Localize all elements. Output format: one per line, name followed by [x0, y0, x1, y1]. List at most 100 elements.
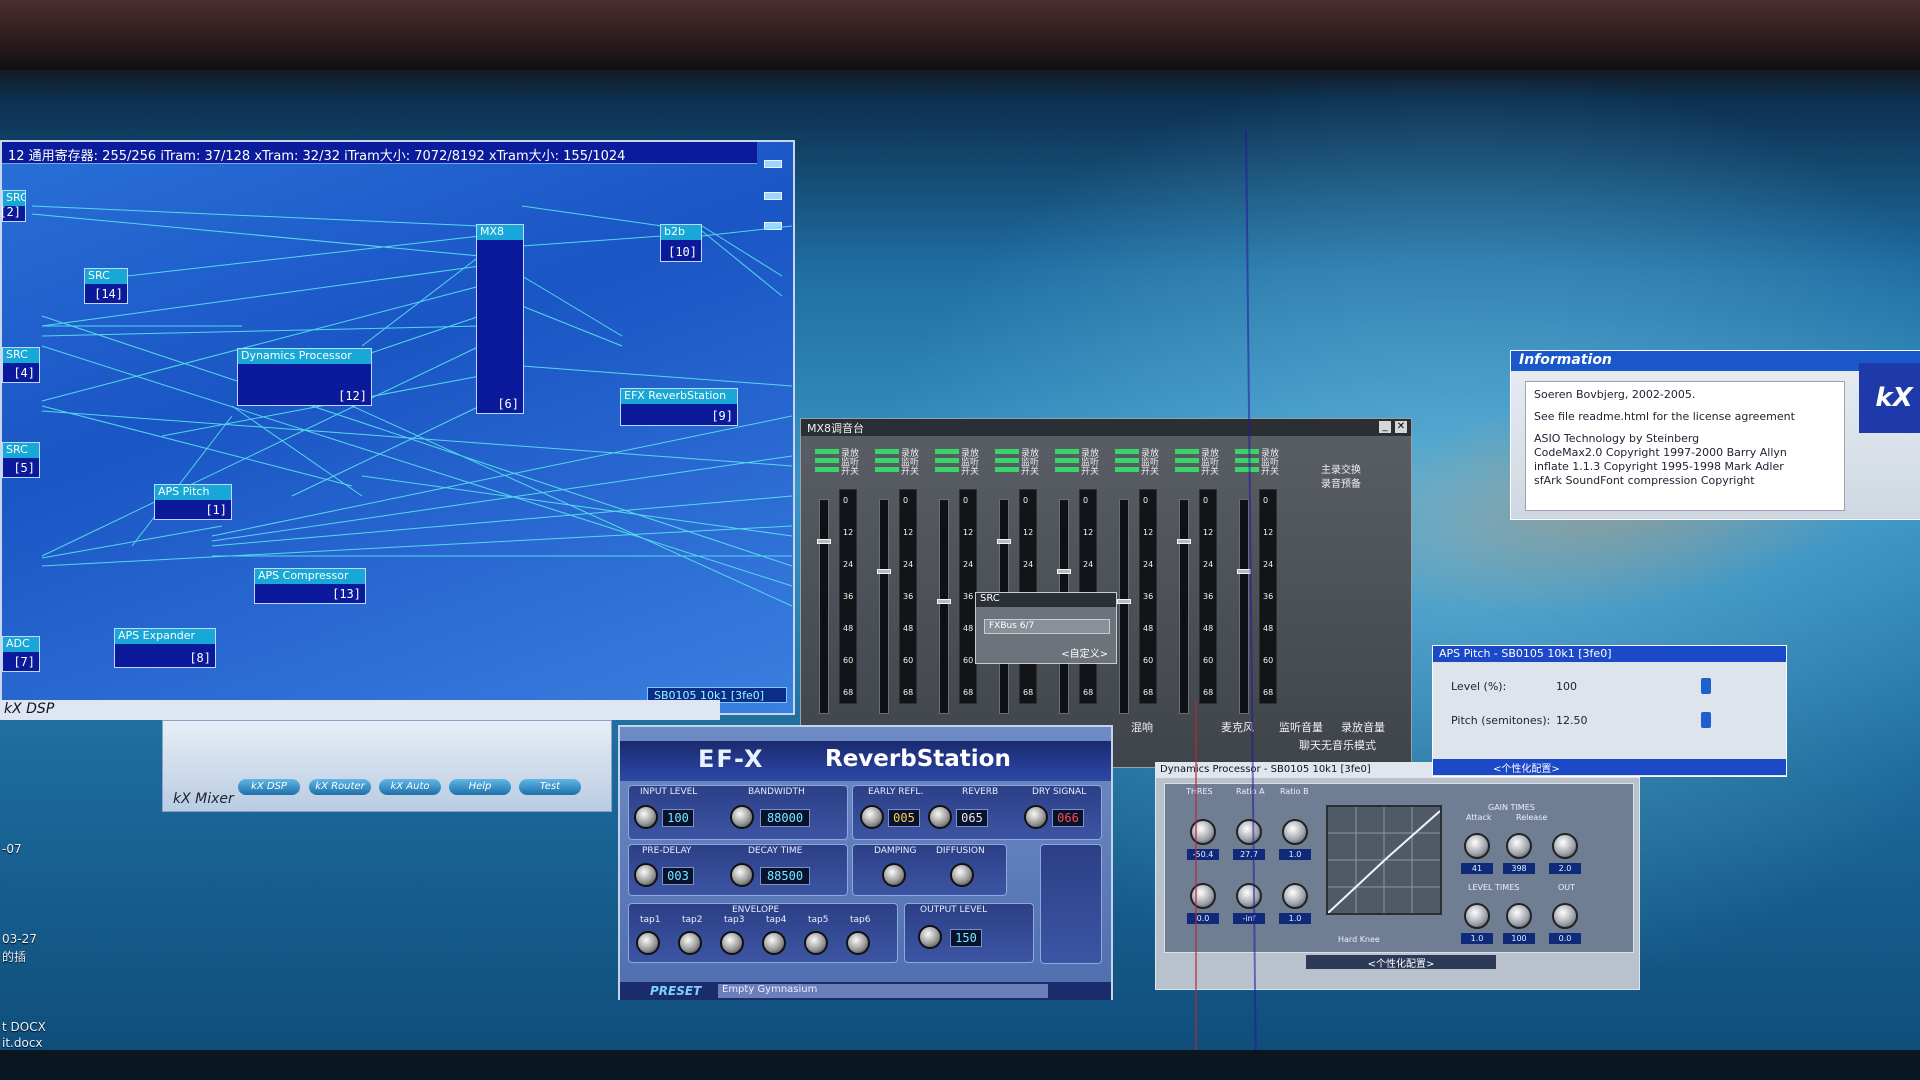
dsp-block-dynamics-processor[interactable]: Dynamics Processor [12] — [237, 348, 372, 406]
fader-track[interactable] — [879, 499, 889, 714]
channel-switch[interactable] — [875, 449, 899, 454]
tap-knob[interactable] — [720, 931, 744, 955]
dynamics-knob[interactable] — [1552, 903, 1578, 929]
channel-switch[interactable] — [995, 458, 1019, 463]
close-icon[interactable]: ✕ — [1395, 421, 1407, 433]
diffusion-knob[interactable] — [950, 863, 974, 887]
channel-switch[interactable] — [1115, 449, 1139, 454]
channel-switch[interactable] — [875, 458, 899, 463]
src-bus-select[interactable]: FXBus 6/7 — [984, 619, 1110, 634]
dsp-block-efx-reverbstation[interactable]: EFX ReverbStation [9] — [620, 388, 738, 426]
channel-switch[interactable] — [1235, 467, 1259, 472]
desktop-icon-label[interactable]: 的插 — [2, 948, 26, 965]
pitch-slider[interactable] — [1701, 712, 1711, 728]
meter-tick-label: 12 — [1203, 528, 1214, 537]
tap-knob[interactable] — [636, 931, 660, 955]
tap-knob[interactable] — [804, 931, 828, 955]
channel-switch[interactable] — [1055, 458, 1079, 463]
fader-track[interactable] — [1239, 499, 1249, 714]
dsp-block-mx8[interactable]: MX8 [6] — [476, 224, 524, 414]
kx-router-button[interactable]: kX Router — [309, 779, 371, 795]
channel-switch[interactable] — [995, 449, 1019, 454]
channel-switch[interactable] — [815, 467, 839, 472]
channel-switch[interactable] — [1175, 458, 1199, 463]
transfer-curve-graph[interactable] — [1326, 805, 1442, 915]
dsp-block-src[interactable]: SRC [14] — [84, 268, 128, 304]
channel-switch[interactable] — [1055, 449, 1079, 454]
dsp-block-aps-expander[interactable]: APS Expander [8] — [114, 628, 216, 668]
channel-switch[interactable] — [1055, 467, 1079, 472]
fader-track[interactable] — [1179, 499, 1189, 714]
dynamics-knob[interactable] — [1236, 883, 1262, 909]
channel-switch[interactable] — [935, 467, 959, 472]
level-slider[interactable] — [1701, 678, 1711, 694]
fader-knob[interactable] — [1117, 599, 1131, 604]
channel-switch[interactable] — [995, 467, 1019, 472]
tap-knob[interactable] — [678, 931, 702, 955]
dsp-block-src[interactable]: SRC [5] — [2, 442, 40, 478]
damping-knob[interactable] — [882, 863, 906, 887]
channel-switch[interactable] — [935, 458, 959, 463]
dynamics-knob[interactable] — [1190, 819, 1216, 845]
reverb-knob[interactable] — [928, 805, 952, 829]
tap-knob[interactable] — [846, 931, 870, 955]
fader-knob[interactable] — [877, 569, 891, 574]
channel-switch[interactable] — [1115, 458, 1139, 463]
channel-switch[interactable] — [1235, 449, 1259, 454]
bandwidth-knob[interactable] — [730, 805, 754, 829]
decay-time-knob[interactable] — [730, 863, 754, 887]
desktop-icon-label[interactable]: t DOCX — [2, 1020, 46, 1034]
kx-dsp-button[interactable]: kX DSP — [238, 779, 300, 795]
kx-auto-button[interactable]: kX Auto — [379, 779, 441, 795]
desktop-icon-label[interactable]: it.docx — [2, 1036, 43, 1050]
dynamics-knob[interactable] — [1506, 833, 1532, 859]
desktop-icon-label[interactable]: -07 — [2, 842, 22, 856]
channel-switch[interactable] — [875, 467, 899, 472]
fader-knob[interactable] — [1177, 539, 1191, 544]
output-level-knob[interactable] — [918, 925, 942, 949]
fader-track[interactable] — [1119, 499, 1129, 714]
fader-track[interactable] — [939, 499, 949, 714]
pre-delay-knob[interactable] — [634, 863, 658, 887]
input-level-knob[interactable] — [634, 805, 658, 829]
aps-pitch-preset-footer[interactable]: <个性化配置> — [1433, 759, 1786, 775]
desktop-icon-label[interactable]: 03-27 — [2, 932, 37, 946]
dynamics-knob[interactable] — [1506, 903, 1532, 929]
dynamics-knob[interactable] — [1282, 819, 1308, 845]
fader-track[interactable] — [819, 499, 829, 714]
channel-switch[interactable] — [1235, 458, 1259, 463]
dry-signal-knob[interactable] — [1024, 805, 1048, 829]
preset-select[interactable]: Empty Gymnasium — [718, 984, 1048, 998]
fader-knob[interactable] — [817, 539, 831, 544]
dynamics-preset-footer[interactable]: <个性化配置> — [1306, 955, 1496, 970]
channel-switch[interactable] — [1175, 467, 1199, 472]
dsp-block-b2b[interactable]: b2b [10] — [660, 224, 702, 262]
dynamics-knob[interactable] — [1236, 819, 1262, 845]
channel-switch[interactable] — [1115, 467, 1139, 472]
channel-switch[interactable] — [815, 458, 839, 463]
dynamics-knob[interactable] — [1190, 883, 1216, 909]
dynamics-knob[interactable] — [1282, 883, 1308, 909]
dsp-block-aps-pitch[interactable]: APS Pitch [1] — [154, 484, 232, 520]
test-button[interactable]: Test — [519, 779, 581, 795]
dsp-block-src[interactable]: SRC [4] — [2, 347, 40, 383]
fader-knob[interactable] — [997, 539, 1011, 544]
dsp-block-aps-compressor[interactable]: APS Compressor [13] — [254, 568, 366, 604]
fader-knob[interactable] — [1057, 569, 1071, 574]
channel-switch[interactable] — [935, 449, 959, 454]
early-refl-knob[interactable] — [860, 805, 884, 829]
dynamics-knob[interactable] — [1464, 833, 1490, 859]
channel-switch[interactable] — [815, 449, 839, 454]
dsp-block-adc[interactable]: ADC [7] — [2, 636, 40, 672]
help-button[interactable]: Help — [449, 779, 511, 795]
channel-switch[interactable] — [1175, 449, 1199, 454]
tap-knob[interactable] — [762, 931, 786, 955]
dynamics-knob[interactable] — [1464, 903, 1490, 929]
dsp-block-src[interactable]: SRC [2] — [0, 190, 26, 222]
label-attack: Attack — [1466, 813, 1492, 822]
dynamics-knob[interactable] — [1552, 833, 1578, 859]
minimize-icon[interactable]: _ — [1379, 421, 1391, 433]
fader-knob[interactable] — [937, 599, 951, 604]
src-custom-label[interactable]: <自定义> — [1061, 645, 1108, 660]
info-line: inflate 1.1.3 Copyright 1995-1998 Mark A… — [1534, 460, 1784, 473]
